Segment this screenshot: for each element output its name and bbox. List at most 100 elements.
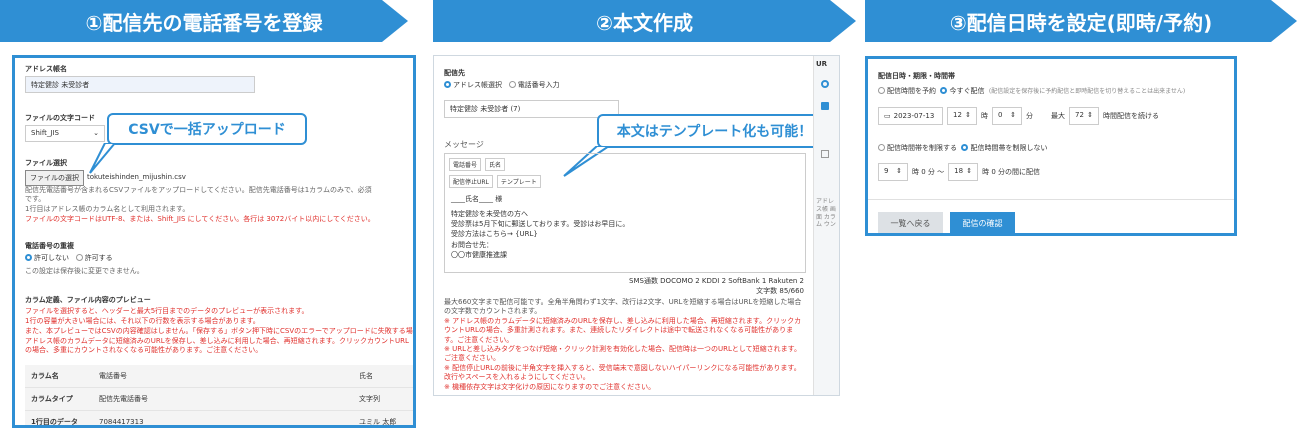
message-line: ____氏名____ 様	[451, 195, 503, 203]
confirm-send-button[interactable]: 配信の確認	[950, 212, 1015, 233]
chevron-down-icon: ⌄	[93, 129, 99, 137]
insert-phone-button[interactable]: 電話番号	[449, 158, 482, 171]
table-cell: ユミル 太郎	[353, 410, 413, 425]
preview-red-2: 1行の容量が大きい場合には、それ以下の行数を表示する場合があります。	[25, 317, 260, 325]
addr-radio[interactable]	[444, 81, 451, 88]
from-hour-stepper[interactable]: 9 ⇕	[878, 163, 908, 181]
charset-select[interactable]: Shift_JIS ⌄	[25, 125, 105, 142]
nolimit-radio[interactable]	[961, 144, 969, 151]
datetime-row: ▭ 2023-07-13 12 ⇕ 時 0 ⇕ 分 最大 72 ⇕ 時間配信を続ける	[878, 107, 1159, 125]
limit-radio[interactable]	[878, 144, 885, 151]
preview-red-4: アドレス帳のカラムデータに短縮済みのURLを保存し、差し込みに利用した場合、再短…	[25, 337, 409, 355]
minute-stepper[interactable]: 0 ⇕	[992, 107, 1022, 125]
to-text: 時 0 分の間に配信	[982, 168, 1041, 176]
date-value: 2023-07-13	[893, 112, 935, 120]
dest-select[interactable]: 特定健診 未受診者 (7)	[444, 100, 619, 118]
limit-note: 最大660文字まで配信可能です。全角半角問わず1文字、改行は2文字、URLを短縮…	[444, 298, 802, 316]
dest-options: アドレス帳選択 電話番号入力	[444, 80, 560, 90]
hour-value: 12	[953, 111, 962, 119]
to-hour-stepper[interactable]: 18 ⇕	[948, 163, 979, 181]
editor-toolbar: 電話番号 氏名	[445, 154, 805, 175]
step-1-banner: ①配信先の電話番号を登録	[0, 0, 408, 42]
side-ur: UR	[816, 60, 828, 68]
schedule-screenshot: 配信日時・期限・時間帯 配信時間を予約 今すぐ配信 (配信設定を保存後に予約配信…	[865, 56, 1237, 236]
minute-unit: 分	[1026, 112, 1033, 120]
calendar-icon: ▭	[884, 112, 891, 120]
dest-label: 配信先	[444, 69, 465, 77]
hour-stepper[interactable]: 12 ⇕	[947, 107, 977, 125]
note-red-1: ※ アドレス帳のカラムデータに短縮済みのURLを保存し、差し込みに利用した場合、…	[444, 317, 802, 344]
table-cell: 文字列	[353, 387, 413, 411]
phone-label: 電話番号入力	[517, 81, 560, 89]
max-label: 最大	[1051, 112, 1065, 120]
message-body[interactable]: ____氏名____ 様 特定健診を未受信の方へ 受診票は5月下旬に郵送しており…	[445, 188, 805, 266]
divider	[868, 199, 1234, 200]
address-name-label: アドレス帳名	[25, 65, 67, 73]
step-3-banner: ③配信日時を設定(即時/予約)	[865, 0, 1297, 42]
insert-optout-url-button[interactable]: 配信停止URL	[449, 175, 493, 188]
file-name: tokuteishinden_mijushin.csv	[87, 173, 186, 182]
from-hour-value: 9	[884, 167, 889, 175]
message-line: 受診方法はこちら→ {URL}	[451, 230, 538, 239]
date-input[interactable]: ▭ 2023-07-13	[878, 107, 943, 125]
step-2-label: ②本文作成	[596, 10, 693, 35]
dup-options: 許可しない 許可する	[25, 253, 113, 263]
preview-label: カラム定義、ファイル内容のプレビュー	[25, 296, 151, 304]
addr-label: アドレス帳選択	[453, 81, 502, 89]
dup-disallow-label: 許可しない	[34, 254, 69, 262]
timing-note: (配信設定を保存後に予約配信と即時配信を切り替えることは出来ません)	[988, 88, 1186, 95]
char-count: 文字数 85/660	[756, 287, 804, 295]
table-cell: 氏名	[353, 365, 413, 388]
table-row: 1行目のデータ 7084417313 ユミル 太郎	[25, 410, 413, 425]
address-name-input[interactable]: 特定健診 未受診者	[25, 76, 255, 93]
preview-red-1: ファイルを選択すると、ヘッダーと最大5行目までのデータのプレビューが表示されます…	[25, 307, 309, 315]
charset-label: ファイルの文字コード	[25, 114, 95, 122]
reserve-radio[interactable]	[878, 87, 885, 94]
phone-radio[interactable]	[508, 81, 516, 88]
send-timing-options: 配信時間を予約 今すぐ配信 (配信設定を保存後に予約配信と即時配信を切り替えるこ…	[878, 86, 1185, 96]
file-choose-button[interactable]: ファイルの選択	[25, 170, 84, 186]
address-upload-screenshot: アドレス帳名 特定健診 未受診者 ファイルの文字コード Shift_JIS ⌄ …	[12, 55, 416, 428]
to-hour-value: 18	[954, 167, 964, 175]
dup-allow-radio[interactable]	[75, 254, 83, 261]
back-to-list-button[interactable]: 一覧へ戻る	[878, 212, 943, 233]
charset-value: Shift_JIS	[31, 129, 59, 137]
dup-label: 電話番号の重複	[25, 242, 74, 250]
stepper-icon: ⇕	[966, 167, 973, 175]
stepper-icon: ⇕	[1010, 111, 1016, 119]
message-compose-screenshot: 配信先 アドレス帳選択 電話番号入力 特定健診 未受診者 (7) メッセージ 本…	[433, 55, 840, 396]
message-line: 受診票は5月下旬に郵送しております。受診はお早目に。	[451, 220, 630, 229]
side-text: アドレス帳 画面 カラム ウン	[816, 198, 836, 229]
file-help-red: ファイルの文字コードはUTF-8、または、Shift_JIS にしてください。各…	[25, 215, 375, 223]
nolimit-label: 配信時間帯を制限しない	[970, 144, 1048, 152]
side-checkbox-empty[interactable]	[821, 150, 829, 158]
now-label: 今すぐ配信	[949, 87, 985, 95]
table-cell: カラム名	[25, 365, 93, 388]
stepper-icon: ⇕	[965, 111, 971, 119]
step-2-banner: ②本文作成	[433, 0, 856, 42]
now-radio[interactable]	[940, 87, 948, 94]
preview-table: カラム名 電話番号 氏名 カラムタイプ 配信先電話番号 文字列 1行目のデータ …	[25, 365, 413, 425]
insert-name-button[interactable]: 氏名	[485, 158, 506, 171]
stepper-icon: ⇕	[1087, 111, 1093, 119]
template-button[interactable]: テンプレート	[496, 175, 541, 188]
sms-count: SMS通数 DOCOMO 2 KDDI 2 SoftBank 1 Rakuten…	[629, 277, 804, 285]
dup-allow-label: 許可する	[84, 254, 113, 262]
dup-disallow-radio[interactable]	[25, 254, 32, 261]
note-red-4: ※ 機種依存文字は文字化けの原因になりますのでご注意ください。	[444, 383, 656, 391]
table-cell: 7084417313	[93, 410, 353, 425]
stepper-icon: ⇕	[896, 167, 902, 175]
csv-upload-callout-text: CSVで一括アップロード	[128, 122, 286, 138]
max-hours-stepper[interactable]: 72 ⇕	[1069, 107, 1099, 125]
side-radio[interactable]	[821, 80, 829, 88]
side-checkbox[interactable]	[821, 102, 829, 110]
file-help-1: 配信先電話番号が含まれるCSVファイルをアップロードしてください。配信先電話番号…	[25, 186, 372, 204]
step-1-label: ①配信先の電話番号を登録	[85, 10, 323, 35]
table-row: カラムタイプ 配信先電話番号 文字列	[25, 387, 413, 411]
preview-red-3: また、本プレビューではCSVの内容確認はしません。「保存する」ボタン押下時にCS…	[25, 327, 413, 335]
table-cell: カラムタイプ	[25, 387, 93, 411]
table-cell: 電話番号	[93, 365, 353, 388]
message-line: 〇〇市健康推進課	[451, 250, 507, 259]
side-panel: UR アドレス帳 画面 カラム ウン	[813, 56, 839, 395]
time-limit-options: 配信時間帯を制限する 配信時間帯を制限しない	[878, 143, 1047, 153]
